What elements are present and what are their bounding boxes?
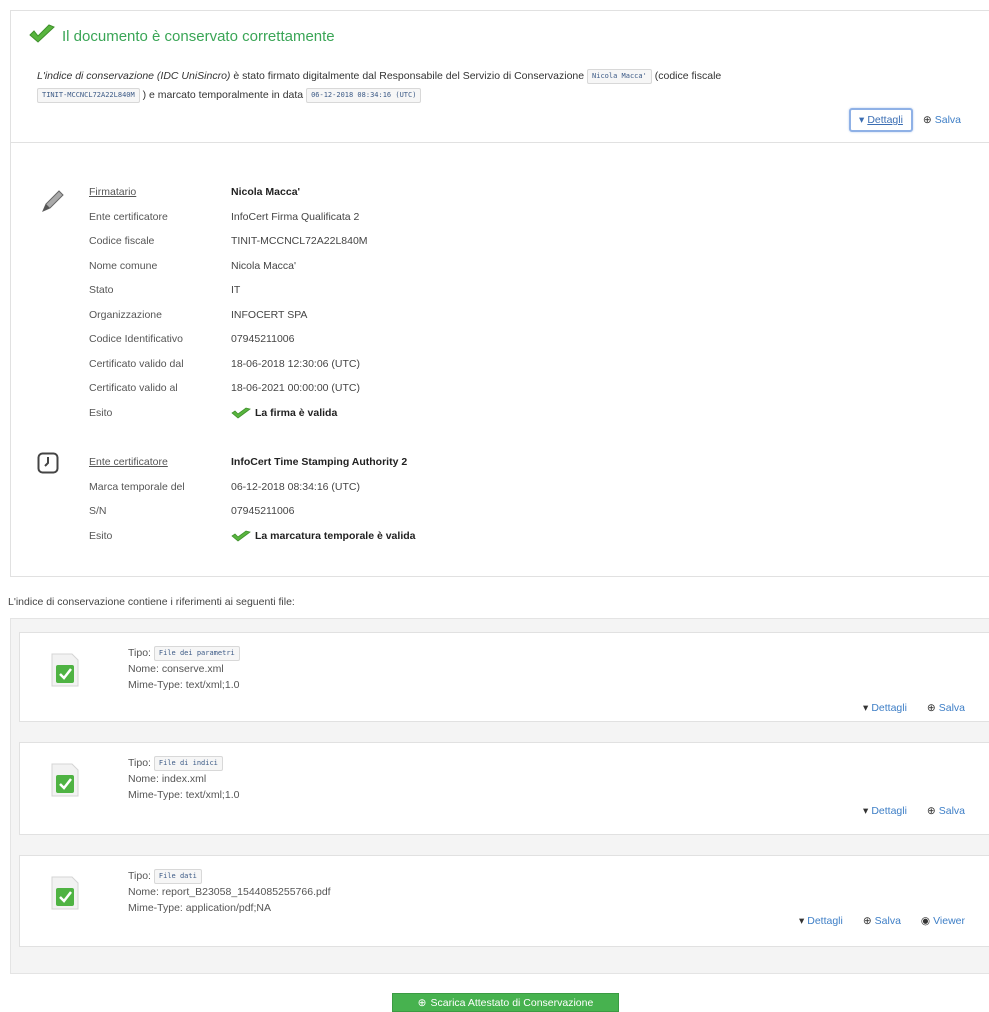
chevron-down-icon: ▾ (798, 915, 805, 927)
chevron-down-icon: ▾ (863, 805, 869, 817)
files-caption: L'indice di conservazione contiene i rif… (8, 596, 295, 608)
file-salva-button[interactable]: ⊕ Salva (927, 805, 965, 817)
timestamp-row: Marca temporale del 06-12-2018 08:34:16 (… (89, 480, 360, 493)
file-meta: Tipo: File dei parametri Nome: conserve.… (128, 645, 240, 691)
download-icon: ⊕ (926, 702, 936, 714)
file-type-chip: File di indici (153, 755, 223, 771)
file-meta: Tipo: File di indici Nome: index.xml Mim… (128, 755, 240, 801)
signature-valid: La firma è valida (231, 407, 337, 419)
timestamp-row: S/N 07945211006 (89, 505, 295, 518)
chevron-down-icon: ▾ (863, 702, 869, 714)
file-card: Tipo: File di indici Nome: index.xml Mim… (19, 742, 989, 835)
signature-details: Firmatario Nicola Macca' Ente certificato… (89, 180, 368, 425)
codice-fiscale-chip: TINIT-MCCNCL72A22L840M (37, 87, 140, 103)
file-check-icon (50, 876, 80, 913)
file-dettagli-button[interactable]: ▾ Dettagli (863, 702, 907, 714)
dettagli-button[interactable]: ▾ Dettagli (849, 108, 913, 132)
timestamp-row: Esito La marcatura temporale è valida (89, 529, 416, 542)
clock-icon (37, 452, 59, 477)
file-type-chip: File dati (153, 868, 202, 884)
eye-icon: ◉ (920, 915, 931, 927)
file-check-icon (50, 763, 80, 800)
salva-button[interactable]: ⊕ Salva (923, 114, 961, 126)
status-description: L'indice di conservazione (IDC UniSincro… (37, 68, 722, 103)
signature-row: Codice Identificativo 07945211006 (89, 333, 295, 346)
responsabile-chip: Nicola Macca' (587, 68, 652, 84)
download-icon: ⊕ (926, 805, 936, 817)
status-title: Il documento è conservato correttamente (28, 24, 335, 48)
download-icon: ⊕ (922, 114, 932, 126)
signature-row: Certificato valido dal 18-06-2018 12:30:0… (89, 357, 360, 370)
timestamp-chip: 06-12-2018 08:34:16 (UTC) (306, 87, 422, 103)
file-dettagli-button[interactable]: ▾ Dettagli (799, 915, 843, 927)
signature-row: Esito La firma è valida (89, 406, 338, 419)
files-list: Tipo: File dei parametri Nome: conserve.… (10, 618, 989, 974)
file-actions: ▾ Dettagli ⊕ Salva (863, 805, 965, 817)
file-viewer-button[interactable]: ◉ Viewer (921, 915, 965, 927)
status-actions: ▾ Dettagli ⊕ Salva (849, 108, 961, 132)
signature-row: Codice fiscale TINIT-MCCNCL72A22L840M (89, 235, 368, 248)
file-meta: Tipo: File dati Nome: report_B23058_1544… (128, 868, 331, 914)
download-icon: ⊕ (417, 996, 427, 1009)
file-dettagli-button[interactable]: ▾ Dettagli (863, 805, 907, 817)
download-attestato-button[interactable]: ⊕ Scarica Attestato di Conservazione (392, 993, 619, 1012)
signature-row: Firmatario Nicola Macca' (89, 186, 301, 199)
signature-row: Certificato valido al 18-06-2021 00:00:00… (89, 382, 360, 395)
file-check-icon (50, 653, 80, 690)
file-type-chip: File dei parametri (153, 645, 240, 661)
signature-row: Ente certificatore InfoCert Firma Qualifi… (89, 210, 360, 223)
pen-icon (40, 188, 66, 217)
file-actions: ▾ Dettagli ⊕ Salva (863, 702, 965, 714)
signature-row: Nome comune Nicola Macca' (89, 259, 297, 272)
file-salva-button[interactable]: ⊕ Salva (863, 915, 901, 927)
file-card: Tipo: File dei parametri Nome: conserve.… (19, 632, 989, 722)
timestamp-valid: La marcatura temporale è valida (231, 530, 416, 542)
check-icon (231, 530, 251, 542)
signature-row: Organizzazione INFOCERT SPA (89, 308, 308, 321)
signature-row: Stato IT (89, 284, 241, 297)
file-salva-button[interactable]: ⊕ Salva (927, 702, 965, 714)
chevron-down-icon: ▾ (859, 114, 865, 126)
file-actions: ▾ Dettagli ⊕ Salva ◉ Viewer (799, 915, 965, 927)
timestamp-row: Ente certificatore InfoCert Time Stamping… (89, 456, 408, 469)
check-icon (231, 407, 251, 419)
download-icon: ⊕ (862, 915, 872, 927)
file-card: Tipo: File dati Nome: report_B23058_1544… (19, 855, 989, 947)
check-icon (28, 24, 56, 48)
timestamp-details: Ente certificatore InfoCert Time Stamping… (89, 450, 416, 548)
